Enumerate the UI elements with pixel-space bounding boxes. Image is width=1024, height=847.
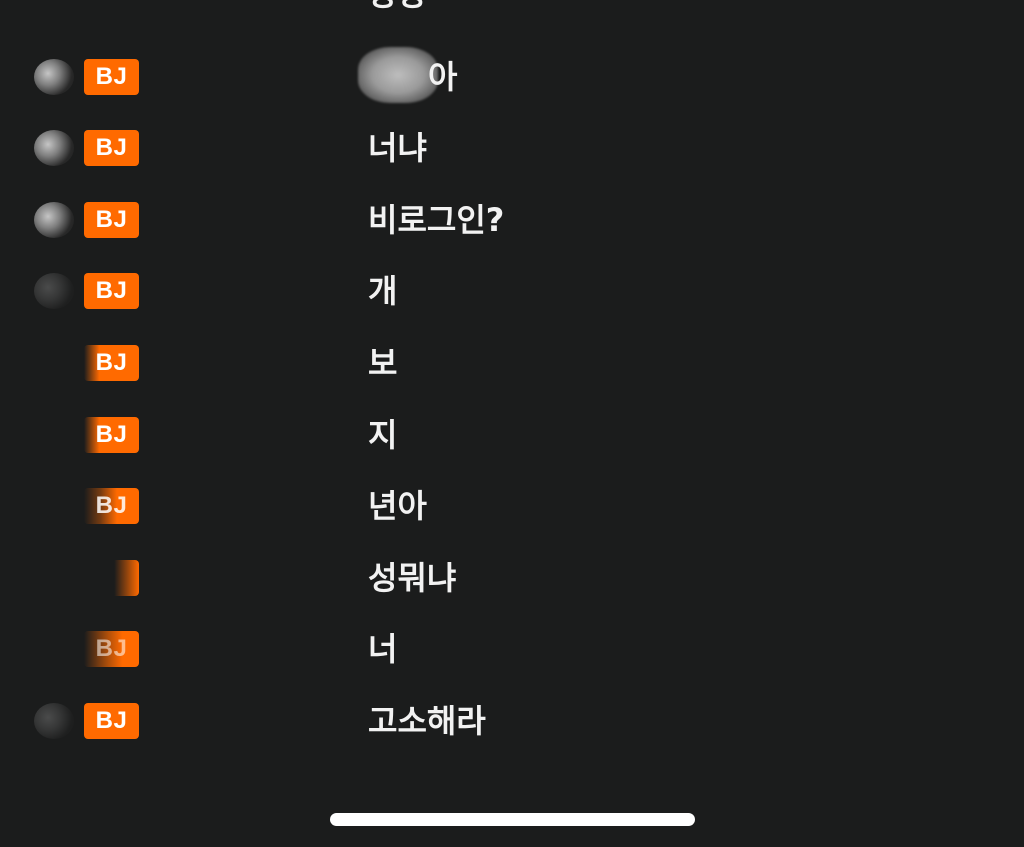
avatar	[34, 59, 74, 95]
avatar	[34, 703, 74, 739]
bj-badge-label: BJ	[95, 206, 128, 233]
chat-message: 성뭐냐	[368, 559, 457, 597]
bj-badge: BJ	[84, 488, 139, 524]
chat-message: 고소해라	[368, 702, 486, 740]
avatar	[34, 273, 74, 309]
chat-message: 년아	[368, 487, 427, 525]
bj-badge: BJ	[84, 560, 139, 596]
bj-badge: BJ	[84, 273, 139, 309]
bj-badge: BJ	[84, 202, 139, 238]
chat-message: 보	[368, 344, 398, 382]
bj-badge-label: BJ	[96, 564, 128, 591]
chat-row[interactable]: BJ 아	[0, 47, 1024, 107]
chat-screen: 앙앙 BJ 아 BJ 너냐 BJ 비로그인? BJ 개 BJ 보	[0, 0, 1024, 847]
chat-message: 아	[428, 58, 458, 96]
home-indicator[interactable]	[330, 813, 695, 826]
chat-message: 너냐	[368, 129, 427, 167]
chat-row[interactable]: BJ 고소해라	[0, 691, 1024, 751]
bj-badge-label: BJ	[95, 707, 128, 734]
chat-row[interactable]: BJ 보	[0, 333, 1024, 393]
bj-badge: BJ	[84, 345, 139, 381]
chat-row[interactable]: BJ 지	[0, 405, 1024, 465]
bj-badge-label: BJ	[95, 349, 128, 376]
chat-message: 비로그인?	[368, 201, 505, 239]
chat-row[interactable]: BJ 개	[0, 261, 1024, 321]
bj-badge-label: BJ	[95, 421, 128, 448]
chat-message: 너	[368, 630, 398, 668]
chat-list[interactable]: BJ 아 BJ 너냐 BJ 비로그인? BJ 개 BJ 보 BJ 지 BJ 년아…	[0, 0, 1024, 790]
chat-message: 지	[368, 416, 398, 454]
chat-row[interactable]: BJ 너냐	[0, 118, 1024, 178]
bj-badge-label: BJ	[95, 277, 128, 304]
bj-badge-label: BJ	[95, 635, 128, 662]
chat-row[interactable]: BJ 너	[0, 619, 1024, 679]
bj-badge-label: BJ	[95, 63, 128, 90]
redaction-blur	[358, 47, 438, 103]
chat-row[interactable]: BJ 비로그인?	[0, 190, 1024, 250]
bj-badge: BJ	[84, 59, 139, 95]
bj-badge-label: BJ	[95, 492, 128, 519]
chat-message: 개	[368, 272, 398, 310]
avatar	[34, 130, 74, 166]
avatar	[34, 202, 74, 238]
bj-badge: BJ	[84, 417, 139, 453]
bj-badge: BJ	[84, 703, 139, 739]
bj-badge: BJ	[84, 130, 139, 166]
bj-badge-label: BJ	[95, 134, 128, 161]
bj-badge: BJ	[84, 631, 139, 667]
chat-row[interactable]: BJ 성뭐냐	[0, 548, 1024, 608]
chat-row[interactable]: BJ 년아	[0, 476, 1024, 536]
